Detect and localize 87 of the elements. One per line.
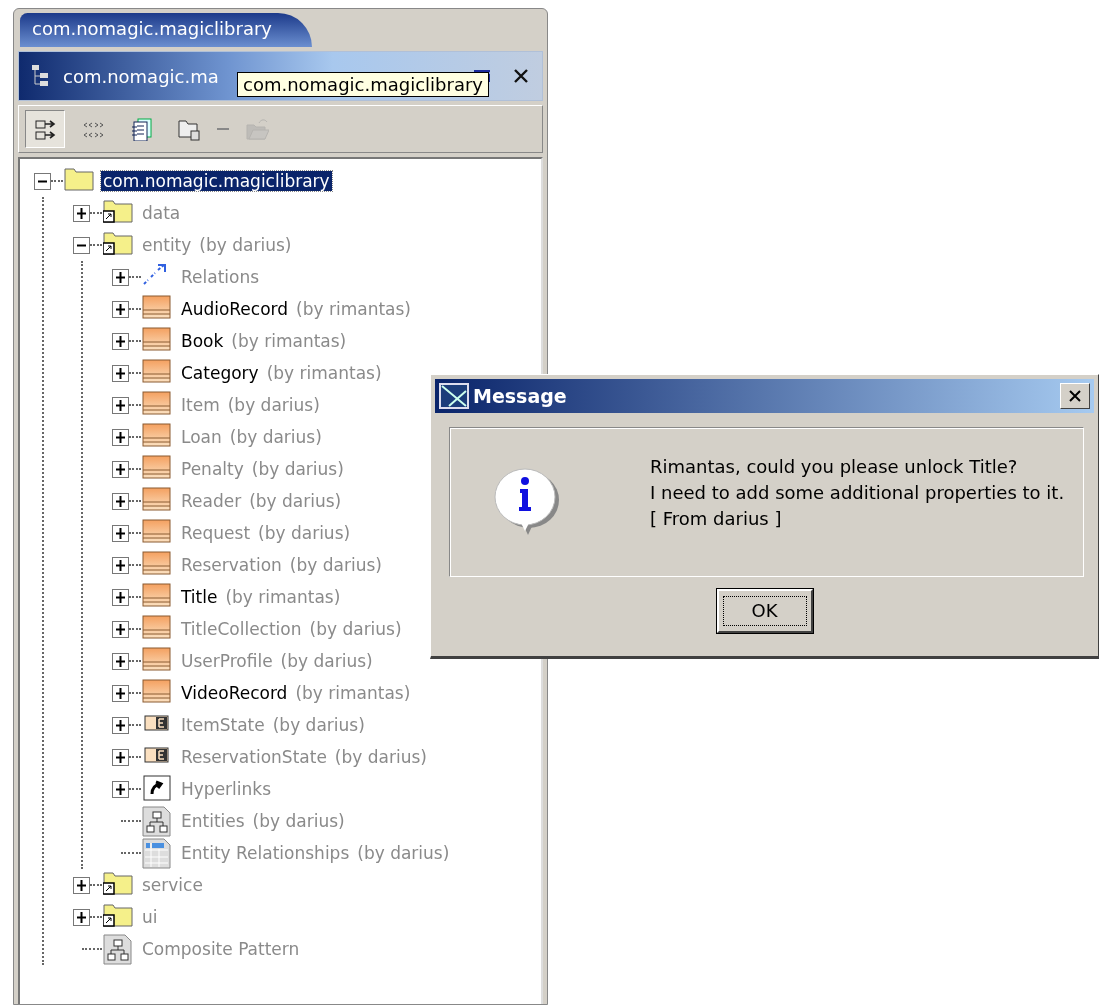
panel-tab[interactable]: com.nomagic.magiclibrary	[20, 13, 312, 47]
owner-label: (by darius)	[229, 427, 322, 447]
close-button[interactable]	[1060, 383, 1090, 409]
tree-item-label[interactable]: entity	[140, 235, 194, 255]
table-icon	[142, 837, 172, 869]
expand-icon[interactable]	[112, 716, 129, 734]
expand-icon[interactable]	[112, 588, 129, 606]
diagram-icon	[103, 933, 133, 965]
expand-icon[interactable]	[112, 428, 129, 446]
expand-icon[interactable]	[112, 684, 129, 702]
expand-icon[interactable]	[112, 300, 129, 318]
expand-icon[interactable]	[112, 780, 129, 798]
message-text: [ From darius ]	[650, 507, 783, 529]
tree-icon	[31, 64, 51, 88]
collapse-icon[interactable]	[73, 236, 90, 254]
toolbar-separator	[217, 128, 229, 130]
tree-item-label[interactable]: Item	[179, 395, 222, 415]
expand-icon[interactable]	[112, 620, 129, 638]
owner-label: (by darius)	[309, 619, 402, 639]
owner-label: (by rimantas)	[225, 587, 341, 607]
owner-label: (by darius)	[251, 459, 344, 479]
expand-icon[interactable]	[112, 556, 129, 574]
tree-item-label[interactable]: Title	[179, 587, 220, 607]
tree-item-label[interactable]: Request	[179, 523, 253, 543]
tree-item-label[interactable]: ReservationState	[179, 747, 329, 767]
tree-item-label[interactable]: VideoRecord	[179, 683, 290, 703]
tree-item-label[interactable]: Hyperlinks	[179, 779, 273, 799]
expand-icon[interactable]	[112, 652, 129, 670]
expand-icon[interactable]	[112, 460, 129, 478]
owner-label: (by darius)	[334, 747, 427, 767]
owner-label: (by darius)	[258, 523, 351, 543]
owner-label: (by rimantas)	[295, 683, 411, 703]
expand-icon[interactable]	[112, 524, 129, 542]
dialog-title: Message	[473, 385, 567, 407]
owner-label: (by darius)	[199, 235, 292, 255]
close-icon[interactable]	[1068, 389, 1082, 403]
tree-item-label[interactable]: Book	[179, 331, 226, 351]
panel-title: com.nomagic.ma	[63, 65, 219, 87]
tree-item-label[interactable]: Reservation	[179, 555, 284, 575]
app-icon	[439, 383, 469, 409]
tree-item-label[interactable]: Penalty	[179, 459, 246, 479]
owner-label: (by rimantas)	[231, 331, 347, 351]
tree-item-label[interactable]: AudioRecord	[179, 299, 291, 319]
owner-label: (by darius)	[227, 395, 320, 415]
close-icon[interactable]	[512, 67, 530, 85]
tree-item-label[interactable]: Entities	[179, 811, 247, 831]
expand-icon[interactable]	[73, 876, 90, 894]
tree-item-label[interactable]: Relations	[179, 267, 262, 287]
tree-item-label[interactable]: com.nomagic.magiclibrary	[101, 171, 332, 191]
owner-label: (by darius)	[357, 843, 450, 863]
folder-icon[interactable]	[177, 117, 201, 141]
tree-item-label[interactable]: Reader	[179, 491, 244, 511]
documents-icon[interactable]	[129, 117, 153, 141]
expand-icon[interactable]	[112, 396, 129, 414]
tree-item-label[interactable]: ItemState	[179, 715, 267, 735]
diagram-icon	[142, 805, 172, 837]
expand-icon[interactable]	[112, 492, 129, 510]
collapse-icon[interactable]	[34, 172, 51, 190]
expand-icon[interactable]	[112, 268, 129, 286]
owner-label: (by darius)	[272, 715, 365, 735]
tree-item-label[interactable]: Entity Relationships	[179, 843, 352, 863]
message-text: I need to add some additional properties to it.	[650, 481, 1065, 503]
tree-item-label[interactable]: Loan	[179, 427, 224, 447]
owner-label: (by rimantas)	[266, 363, 382, 383]
owner-label: (by darius)	[249, 491, 342, 511]
tree-item-label[interactable]: Category	[179, 363, 261, 383]
tree-item-label[interactable]: data	[140, 203, 183, 223]
expand-arrows-icon[interactable]	[33, 117, 57, 141]
expand-icon[interactable]	[112, 748, 129, 766]
expand-icon[interactable]	[73, 204, 90, 222]
tree-item-label[interactable]: TitleCollection	[179, 619, 304, 639]
owner-label: (by darius)	[289, 555, 382, 575]
tree-item-label[interactable]: UserProfile	[179, 651, 275, 671]
message-text: Rimantas, could you please unlock Title?	[650, 455, 1019, 477]
info-icon	[494, 467, 560, 537]
tooltip: com.nomagic.magiclibrary	[237, 72, 489, 97]
expand-icon[interactable]	[112, 332, 129, 350]
owner-label: (by darius)	[252, 811, 345, 831]
tree-item-label[interactable]: ui	[140, 907, 160, 927]
ok-button[interactable]: OK	[716, 589, 813, 633]
toolbar-button[interactable]	[25, 110, 65, 148]
owner-label: (by darius)	[280, 651, 373, 671]
owner-label: (by rimantas)	[296, 299, 411, 319]
tree-item-label[interactable]: service	[140, 875, 205, 895]
tree-item-label[interactable]: Composite Pattern	[140, 939, 302, 959]
expand-icon[interactable]	[73, 908, 90, 926]
expand-icon[interactable]	[112, 364, 129, 382]
